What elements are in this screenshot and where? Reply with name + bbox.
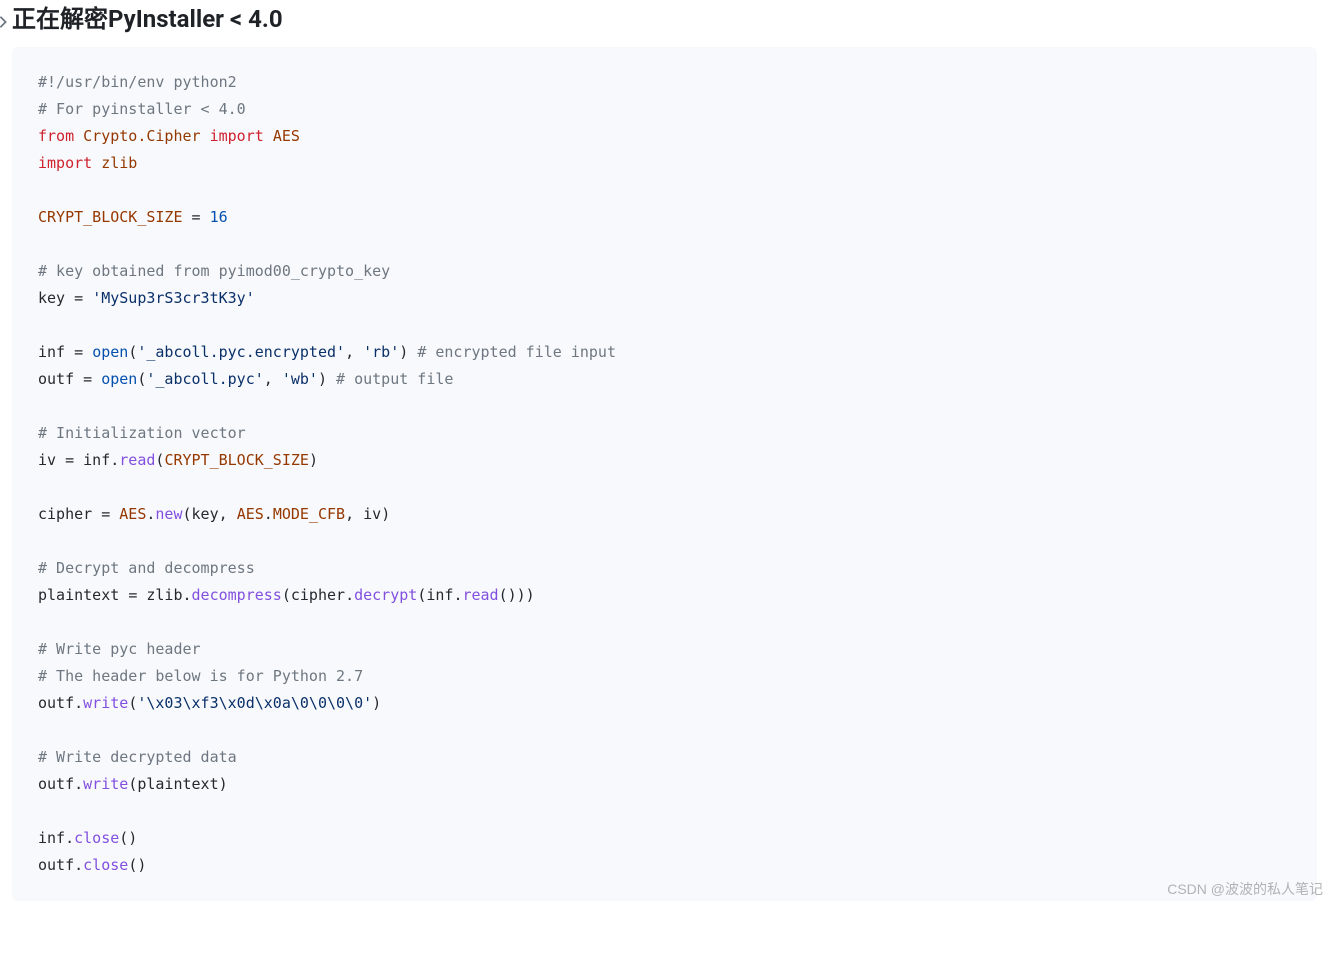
code-block: #!/usr/bin/env python2 # For pyinstaller… bbox=[12, 47, 1317, 901]
code-content: #!/usr/bin/env python2 # For pyinstaller… bbox=[38, 69, 1291, 879]
heading-text: 正在解密PyInstaller < 4.0 bbox=[12, 4, 283, 35]
chevron-right-icon bbox=[0, 15, 10, 29]
section-heading: 正在解密PyInstaller < 4.0 bbox=[0, 0, 1329, 47]
